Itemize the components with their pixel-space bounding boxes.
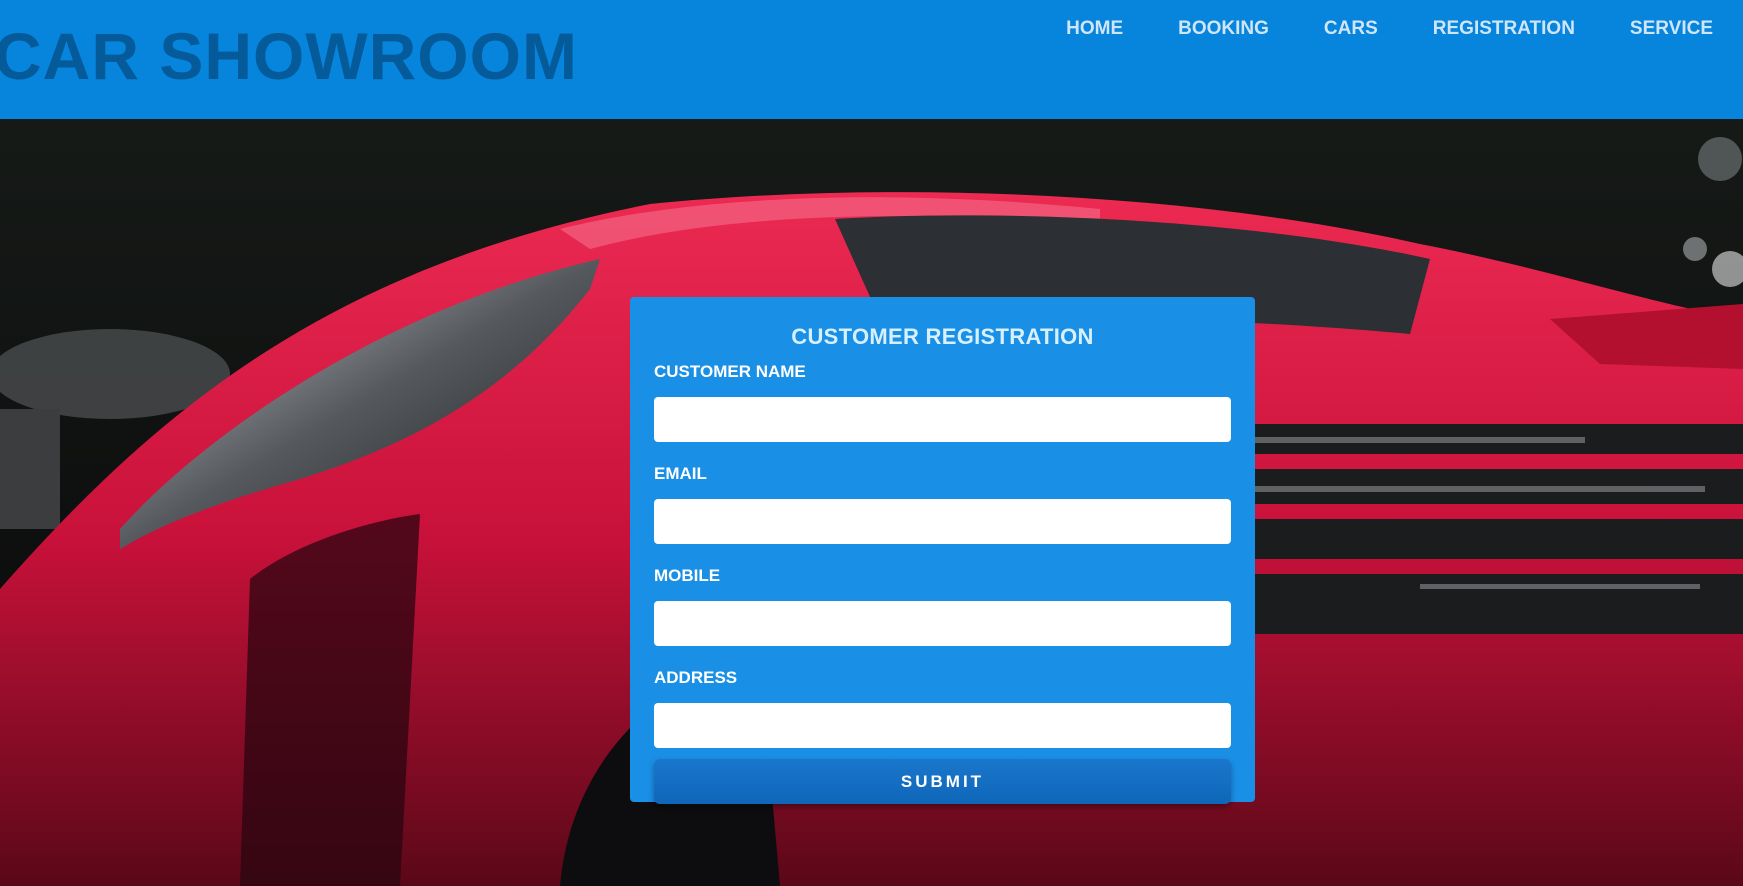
nav-booking[interactable]: BOOKING <box>1178 16 1269 46</box>
form-title: CUSTOMER REGISTRATION <box>791 324 1094 349</box>
submit-button[interactable]: SUBMIT <box>654 759 1231 804</box>
mobile-label: MOBILE <box>654 566 721 585</box>
customer-registration-form: CUSTOMER REGISTRATION CUSTOMER NAME EMAI… <box>630 297 1255 804</box>
main-nav: HOME BOOKING CARS REGISTRATION SERVICE <box>1066 16 1713 46</box>
nav-cars[interactable]: CARS <box>1324 16 1378 46</box>
nav-registration[interactable]: REGISTRATION <box>1433 16 1575 46</box>
email-label: EMAIL <box>654 464 707 483</box>
nav-service[interactable]: SERVICE <box>1630 16 1713 46</box>
brand-logo-text[interactable]: CAR SHOWROOM <box>0 18 578 94</box>
customer-name-label: CUSTOMER NAME <box>654 362 806 381</box>
address-input[interactable] <box>654 703 1231 748</box>
nav-home[interactable]: HOME <box>1066 16 1123 46</box>
customer-name-input[interactable] <box>654 397 1231 442</box>
mobile-input[interactable] <box>654 601 1231 646</box>
email-input[interactable] <box>654 499 1231 544</box>
address-label: ADDRESS <box>654 668 738 687</box>
site-header: CAR SHOWROOM HOME BOOKING CARS REGISTRAT… <box>0 0 1743 119</box>
